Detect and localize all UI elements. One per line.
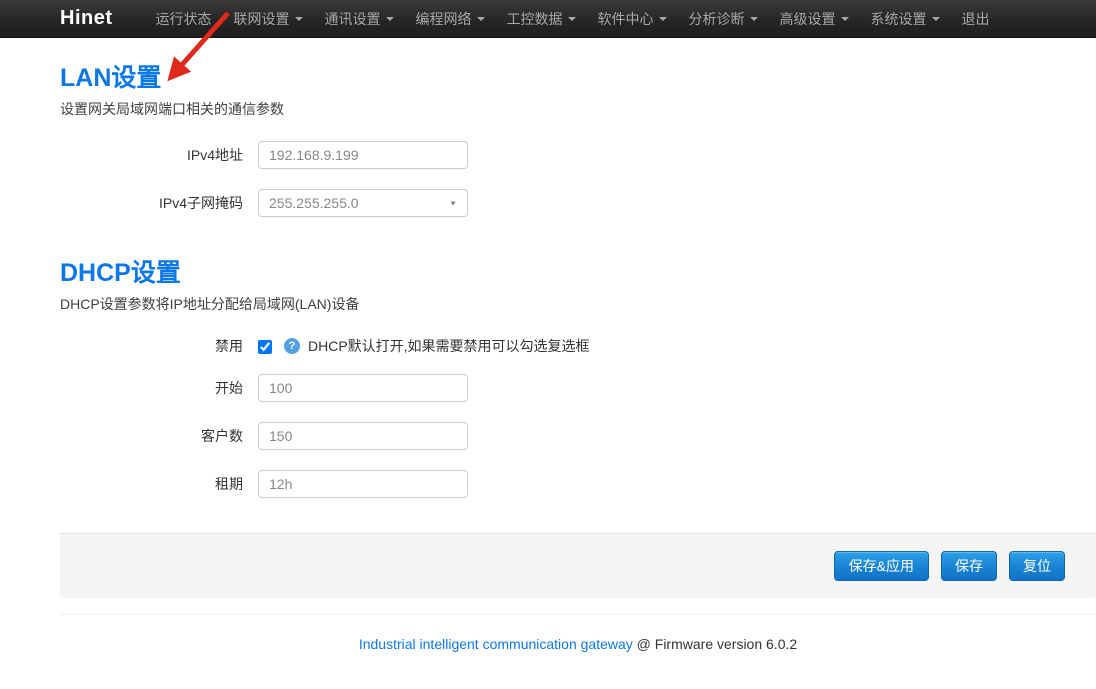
save-button[interactable]: 保存 <box>941 551 997 581</box>
nav-item-industrial-data[interactable]: 工控数据 <box>496 0 587 38</box>
ipv4-netmask-select[interactable]: 255.255.255.0 ▼ <box>258 189 468 217</box>
lan-section-title: LAN设置 <box>60 58 1096 94</box>
nav-item-software-center[interactable]: 软件中心 <box>587 0 678 38</box>
dhcp-clients-row: 客户数 <box>60 422 1096 450</box>
dhcp-clients-label: 客户数 <box>60 426 243 446</box>
dhcp-start-input[interactable] <box>258 374 468 402</box>
select-dropdown-icon: ▼ <box>449 199 457 207</box>
nav-item-network-settings[interactable]: 联网设置 <box>223 0 314 38</box>
chevron-down-icon <box>477 17 485 21</box>
dhcp-disable-checkbox[interactable] <box>258 340 272 354</box>
dhcp-disable-hint: DHCP默认打开,如果需要禁用可以勾选复选框 <box>308 336 590 356</box>
nav-item-analysis-diagnosis[interactable]: 分析诊断 <box>678 0 769 38</box>
chevron-down-icon <box>932 17 940 21</box>
chevron-down-icon <box>841 17 849 21</box>
chevron-down-icon <box>568 17 576 21</box>
dhcp-lease-input[interactable] <box>258 470 468 498</box>
save-apply-button[interactable]: 保存&应用 <box>834 551 929 581</box>
footer-firmware-version: @ Firmware version 6.0.2 <box>633 636 797 652</box>
dhcp-lease-row: 租期 <box>60 470 1096 498</box>
nav-item-logout[interactable]: 退出 <box>951 0 1001 38</box>
lan-section-subtitle: 设置网关局域网端口相关的通信参数 <box>60 99 1096 119</box>
page-footer: Industrial intelligent communication gat… <box>60 614 1096 676</box>
nav-item-comm-settings[interactable]: 通讯设置 <box>314 0 405 38</box>
footer-gateway-link[interactable]: Industrial intelligent communication gat… <box>359 636 633 652</box>
ipv4-address-row: IPv4地址 <box>60 141 1096 169</box>
dhcp-disable-row: 禁用 ? DHCP默认打开,如果需要禁用可以勾选复选框 <box>60 336 1096 356</box>
dhcp-start-label: 开始 <box>60 378 243 398</box>
ipv4-netmask-row: IPv4子网掩码 255.255.255.0 ▼ <box>60 189 1096 217</box>
ipv4-address-label: IPv4地址 <box>60 145 243 165</box>
nav-item-advanced-settings[interactable]: 高级设置 <box>769 0 860 38</box>
dhcp-disable-label: 禁用 <box>60 336 243 356</box>
dhcp-start-row: 开始 <box>60 374 1096 402</box>
chevron-down-icon <box>295 17 303 21</box>
nav-item-running-status[interactable]: 运行状态 <box>145 0 223 38</box>
help-icon[interactable]: ? <box>284 338 300 354</box>
ipv4-netmask-label: IPv4子网掩码 <box>60 193 243 213</box>
brand-logo[interactable]: Hinet <box>60 7 113 30</box>
top-navbar: Hinet 运行状态 联网设置 通讯设置 编程网络 工控数据 软件中心 分析诊断… <box>0 0 1096 38</box>
reset-button[interactable]: 复位 <box>1009 551 1065 581</box>
nav-menu: 运行状态 联网设置 通讯设置 编程网络 工控数据 软件中心 分析诊断 高级设置 … <box>145 0 1001 38</box>
ipv4-address-input[interactable] <box>258 141 468 169</box>
nav-item-programming-network[interactable]: 编程网络 <box>405 0 496 38</box>
nav-item-system-settings[interactable]: 系统设置 <box>860 0 951 38</box>
chevron-down-icon <box>386 17 394 21</box>
dhcp-lease-label: 租期 <box>60 474 243 494</box>
ipv4-netmask-selected-value: 255.255.255.0 <box>269 195 359 211</box>
dhcp-clients-input[interactable] <box>258 422 468 450</box>
dhcp-section-subtitle: DHCP设置参数将IP地址分配给局域网(LAN)设备 <box>60 294 1096 314</box>
chevron-down-icon <box>750 17 758 21</box>
chevron-down-icon <box>659 17 667 21</box>
dhcp-section-title: DHCP设置 <box>60 253 1096 289</box>
page-content: LAN设置 设置网关局域网端口相关的通信参数 IPv4地址 IPv4子网掩码 2… <box>60 58 1096 676</box>
action-bar: 保存&应用 保存 复位 <box>60 533 1096 598</box>
